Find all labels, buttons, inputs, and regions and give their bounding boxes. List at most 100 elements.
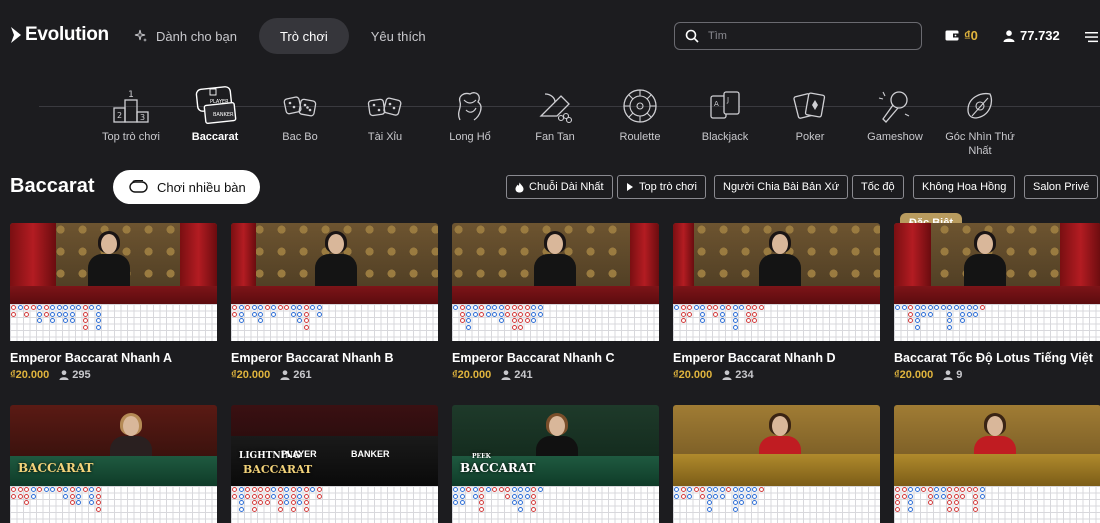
road-marker [277, 506, 283, 512]
road-marker [511, 487, 517, 492]
game-title: Emperor Baccarat Nhanh C [452, 351, 615, 365]
game-thumbnail[interactable] [673, 405, 880, 486]
road-marker [95, 318, 101, 323]
road-marker [706, 500, 712, 505]
game-thumbnail[interactable] [894, 223, 1100, 304]
road-marker [310, 305, 315, 310]
game-thumbnail[interactable] [10, 223, 217, 304]
category-top-games[interactable]: 1 2 3 Top trò chơi [89, 84, 173, 144]
game-thumbnail[interactable] [231, 223, 438, 304]
game-card[interactable]: Emperor Baccarat Nhanh D ₫20.000 234 [673, 223, 880, 381]
category-long-ho[interactable]: Long Hổ [428, 84, 512, 144]
road-marker [43, 311, 49, 317]
road-marker [316, 305, 322, 310]
search-box[interactable] [674, 22, 922, 50]
game-thumbnail[interactable]: PEEK BACCARAT [452, 405, 659, 486]
game-card[interactable]: Emperor Baccarat Nhanh C ₫20.000 241 [452, 223, 659, 381]
road-marker [895, 487, 900, 492]
multi-play-button[interactable]: Chơi nhiều bàn [113, 170, 260, 204]
road-marker [82, 487, 88, 492]
game-card[interactable] [673, 405, 880, 523]
game-card[interactable] [894, 405, 1100, 523]
search-input[interactable] [708, 30, 908, 42]
road-marker [297, 311, 302, 317]
road-marker [732, 493, 738, 499]
road-marker [531, 305, 536, 310]
category-label: Bac Bo [282, 131, 318, 143]
category-gameshow[interactable]: Gameshow [853, 84, 937, 144]
game-card[interactable]: PEEK BACCARAT [452, 405, 659, 523]
road-marker [238, 318, 244, 323]
road-marker [466, 305, 471, 310]
category-roulette[interactable]: Roulette [598, 84, 682, 144]
filter-label: Salon Privé [1033, 181, 1090, 193]
category-baccarat[interactable]: PLAYER BANKER Baccarat [173, 84, 257, 144]
nav-games[interactable]: Trò chơi [258, 18, 349, 54]
road-marker [11, 493, 16, 499]
game-thumbnail[interactable] [894, 405, 1100, 486]
road-marker [700, 311, 705, 317]
road-marker [251, 506, 257, 512]
category-poker[interactable]: Poker [768, 84, 852, 144]
filter-salon-prive[interactable]: Salon Privé [1024, 175, 1099, 199]
game-card[interactable]: BACCARAT [10, 405, 217, 523]
road-marker [537, 487, 543, 492]
road-marker [303, 318, 309, 323]
game-thumbnail[interactable]: BACCARAT [10, 405, 217, 486]
nav-for-you[interactable]: Dành cho bạn [122, 18, 249, 54]
road-marker [310, 487, 315, 492]
game-card[interactable]: Emperor Baccarat Nhanh B ₫20.000 261 [231, 223, 438, 381]
road-marker [947, 305, 952, 310]
road-marker [11, 305, 16, 310]
game-card[interactable]: LIGHTNING BACCARAT PLAYER BANKER [231, 405, 438, 523]
filter-speed[interactable]: Tốc độ [852, 175, 904, 199]
filter-no-commission[interactable]: Không Hoa Hồng [913, 175, 1016, 199]
road-marker [498, 305, 504, 310]
player-count-value: 295 [72, 369, 91, 381]
game-card[interactable]: Baccarat Tốc Độ Lotus Tiếng Việt ₫20.000… [894, 223, 1100, 381]
wallet-balance[interactable]: ₫0 [945, 28, 978, 43]
filter-longest-streak[interactable]: Chuỗi Dài Nhất [506, 175, 613, 199]
road-marker [56, 305, 62, 310]
menu-icon [1085, 32, 1098, 43]
svg-text:BANKER: BANKER [213, 112, 234, 118]
hamburger-menu[interactable] [1085, 30, 1098, 48]
road-marker [732, 311, 738, 317]
game-card[interactable]: Emperor Baccarat Nhanh A ₫20.000 295 [10, 223, 217, 381]
game-thumbnail[interactable] [452, 223, 659, 304]
road-marker [719, 305, 725, 310]
road-marker [531, 506, 536, 512]
category-label: Blackjack [701, 131, 749, 143]
road-marker [69, 493, 75, 499]
road-marker [232, 487, 237, 492]
road-marker [303, 493, 309, 499]
road-marker [511, 305, 517, 310]
road-marker [908, 500, 913, 505]
category-label: Fan Tan [535, 131, 575, 143]
road-marker [277, 500, 283, 505]
road-marker [245, 493, 250, 499]
filter-native-dealer[interactable]: Người Chia Bài Bản Xứ [714, 175, 849, 199]
road-marker [271, 493, 276, 499]
nav-favorites[interactable]: Yêu thích [359, 18, 438, 54]
category-blackjack[interactable]: A J Blackjack [683, 84, 767, 144]
category-tai-xiu[interactable]: Tài Xỉu [343, 84, 427, 144]
road-marker [472, 487, 478, 492]
road-marker [89, 487, 94, 492]
game-thumbnail[interactable] [673, 223, 880, 304]
player-count-value: 234 [735, 369, 754, 381]
road-marker [680, 487, 686, 492]
category-bac-bo[interactable]: Bac Bo [258, 84, 342, 144]
filter-top-games[interactable]: Top trò chơi [617, 175, 706, 199]
category-first-person[interactable]: Góc Nhìn Thứ Nhất [938, 84, 1022, 158]
user-icon [280, 370, 290, 380]
road-marker [524, 311, 530, 317]
game-thumbnail[interactable]: LIGHTNING BACCARAT PLAYER BANKER [231, 405, 438, 486]
road-marker [459, 487, 465, 492]
scoreboard-road [10, 486, 217, 523]
road-marker [973, 305, 978, 310]
evolution-logo[interactable]: Evolution [9, 24, 109, 46]
category-fan-tan[interactable]: Fan Tan [513, 84, 597, 144]
baccarat-icon: PLAYER BANKER [195, 86, 237, 125]
road-marker [706, 487, 712, 492]
